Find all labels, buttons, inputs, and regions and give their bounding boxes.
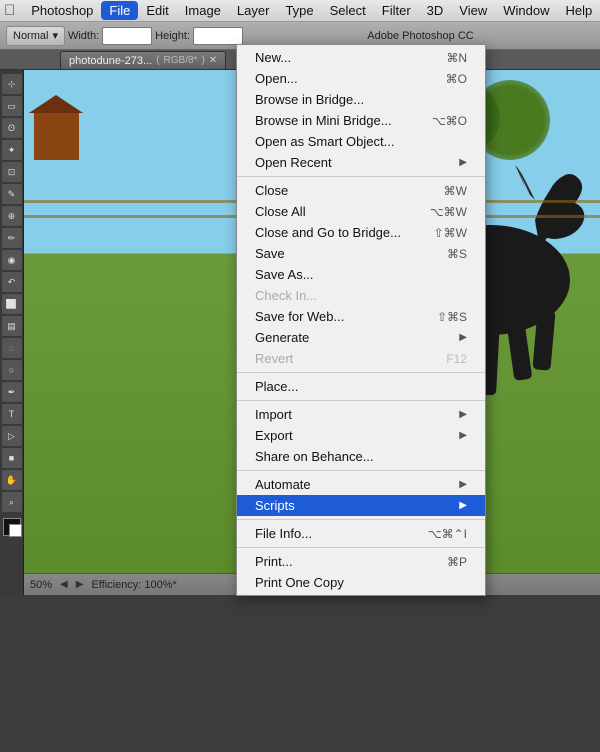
- menu-close-all[interactable]: Close All ⌥⌘W: [237, 201, 485, 222]
- menu-print[interactable]: Print... ⌘P: [237, 551, 485, 572]
- menu-close-bridge[interactable]: Close and Go to Bridge... ⇧⌘W: [237, 222, 485, 243]
- menu-open-recent[interactable]: Open Recent ▶: [237, 152, 485, 173]
- tool-path[interactable]: ▷: [2, 426, 22, 446]
- menubar:  Photoshop File Edit Image Layer Type S…: [0, 0, 600, 22]
- left-toolbar: ⊹ ▭ ʘ ✦ ⊡ ✎ ⊕ ✏ ◉ ↶ ⬜ ▤ ◌ ○ ✒ T ▷ ■ ✋ ⌕: [0, 70, 24, 595]
- toolbar-height-input[interactable]: [193, 27, 243, 45]
- tab-close-icon[interactable]: ✕: [209, 55, 217, 66]
- tool-wand[interactable]: ✦: [2, 140, 22, 160]
- menu-generate[interactable]: Generate ▶: [237, 327, 485, 348]
- background-color[interactable]: [9, 524, 22, 537]
- menu-print-one[interactable]: Print One Copy: [237, 572, 485, 593]
- tool-shape[interactable]: ■: [2, 448, 22, 468]
- tool-gradient[interactable]: ▤: [2, 316, 22, 336]
- menubar-help[interactable]: Help: [558, 1, 600, 20]
- toolbar-mode-btn[interactable]: Normal ▾: [6, 26, 65, 46]
- file-menu: New... ⌘N Open... ⌘O Browse in Bridge...…: [236, 44, 486, 596]
- tool-marquee[interactable]: ▭: [2, 96, 22, 116]
- statusbar-left-arrow[interactable]: ◀: [60, 579, 68, 590]
- tool-lasso[interactable]: ʘ: [2, 118, 22, 138]
- zoom-level: 50%: [30, 579, 52, 591]
- menubar-3d[interactable]: 3D: [419, 1, 452, 20]
- menu-behance[interactable]: Share on Behance...: [237, 446, 485, 467]
- menu-close[interactable]: Close ⌘W: [237, 180, 485, 201]
- separator-3: [237, 400, 485, 401]
- toolbar-height-label: Height:: [155, 30, 190, 42]
- menu-scripts[interactable]: Scripts ▶: [237, 495, 485, 516]
- menubar-photoshop[interactable]: Photoshop: [23, 1, 101, 20]
- tool-zoom[interactable]: ⌕: [2, 492, 22, 512]
- tool-brush[interactable]: ✏: [2, 228, 22, 248]
- toolbar-width-label: Width:: [68, 30, 99, 42]
- separator-4: [237, 470, 485, 471]
- app-title: Adobe Photoshop CC: [367, 30, 473, 42]
- menu-file-info[interactable]: File Info... ⌥⌘⌃I: [237, 523, 485, 544]
- menubar-view[interactable]: View: [451, 1, 495, 20]
- menu-save-as[interactable]: Save As...: [237, 264, 485, 285]
- toolbar-left: Normal ▾ Width: Height:: [6, 26, 243, 46]
- tool-hand[interactable]: ✋: [2, 470, 22, 490]
- tab-filename: photodune-273...: [69, 55, 152, 67]
- menubar-image[interactable]: Image: [177, 1, 229, 20]
- menu-automate[interactable]: Automate ▶: [237, 474, 485, 495]
- menubar-filter[interactable]: Filter: [374, 1, 419, 20]
- menubar-select[interactable]: Select: [322, 1, 374, 20]
- separator-1: [237, 176, 485, 177]
- menu-new[interactable]: New... ⌘N: [237, 47, 485, 68]
- toolbar-width-input[interactable]: [102, 27, 152, 45]
- tool-blur[interactable]: ◌: [2, 338, 22, 358]
- tool-pen[interactable]: ✒: [2, 382, 22, 402]
- menu-check-in: Check In...: [237, 285, 485, 306]
- menubar-type[interactable]: Type: [277, 1, 321, 20]
- menu-open[interactable]: Open... ⌘O: [237, 68, 485, 89]
- tool-move[interactable]: ⊹: [2, 74, 22, 94]
- menu-browse-mini-bridge[interactable]: Browse in Mini Bridge... ⌥⌘O: [237, 110, 485, 131]
- menu-save-web[interactable]: Save for Web... ⇧⌘S: [237, 306, 485, 327]
- menubar-edit[interactable]: Edit: [138, 1, 176, 20]
- menu-open-smart[interactable]: Open as Smart Object...: [237, 131, 485, 152]
- separator-5: [237, 519, 485, 520]
- menu-revert: Revert F12: [237, 348, 485, 369]
- menu-import[interactable]: Import ▶: [237, 404, 485, 425]
- tool-heal[interactable]: ⊕: [2, 206, 22, 226]
- statusbar-right-arrow[interactable]: ▶: [76, 579, 84, 590]
- efficiency-text: Efficiency: 100%*: [91, 579, 176, 591]
- menu-export[interactable]: Export ▶: [237, 425, 485, 446]
- separator-6: [237, 547, 485, 548]
- tool-crop[interactable]: ⊡: [2, 162, 22, 182]
- tab-mode: (: [156, 55, 159, 66]
- separator-2: [237, 372, 485, 373]
- apple-icon[interactable]: : [4, 2, 15, 19]
- menubar-window[interactable]: Window: [495, 1, 557, 20]
- menu-browse-bridge[interactable]: Browse in Bridge...: [237, 89, 485, 110]
- menu-save[interactable]: Save ⌘S: [237, 243, 485, 264]
- menu-place[interactable]: Place...: [237, 376, 485, 397]
- tool-eraser[interactable]: ⬜: [2, 294, 22, 314]
- menubar-layer[interactable]: Layer: [229, 1, 278, 20]
- tool-dodge[interactable]: ○: [2, 360, 22, 380]
- tool-eyedrop[interactable]: ✎: [2, 184, 22, 204]
- foreground-color[interactable]: [3, 518, 21, 536]
- tool-stamp[interactable]: ◉: [2, 250, 22, 270]
- tool-text[interactable]: T: [2, 404, 22, 424]
- document-tab[interactable]: photodune-273... ( RGB/8* ) ✕: [60, 51, 226, 69]
- tab-mode-text: RGB/8*: [164, 55, 198, 66]
- bg-barn: [34, 110, 79, 160]
- menubar-file[interactable]: File: [101, 1, 138, 20]
- tool-history[interactable]: ↶: [2, 272, 22, 292]
